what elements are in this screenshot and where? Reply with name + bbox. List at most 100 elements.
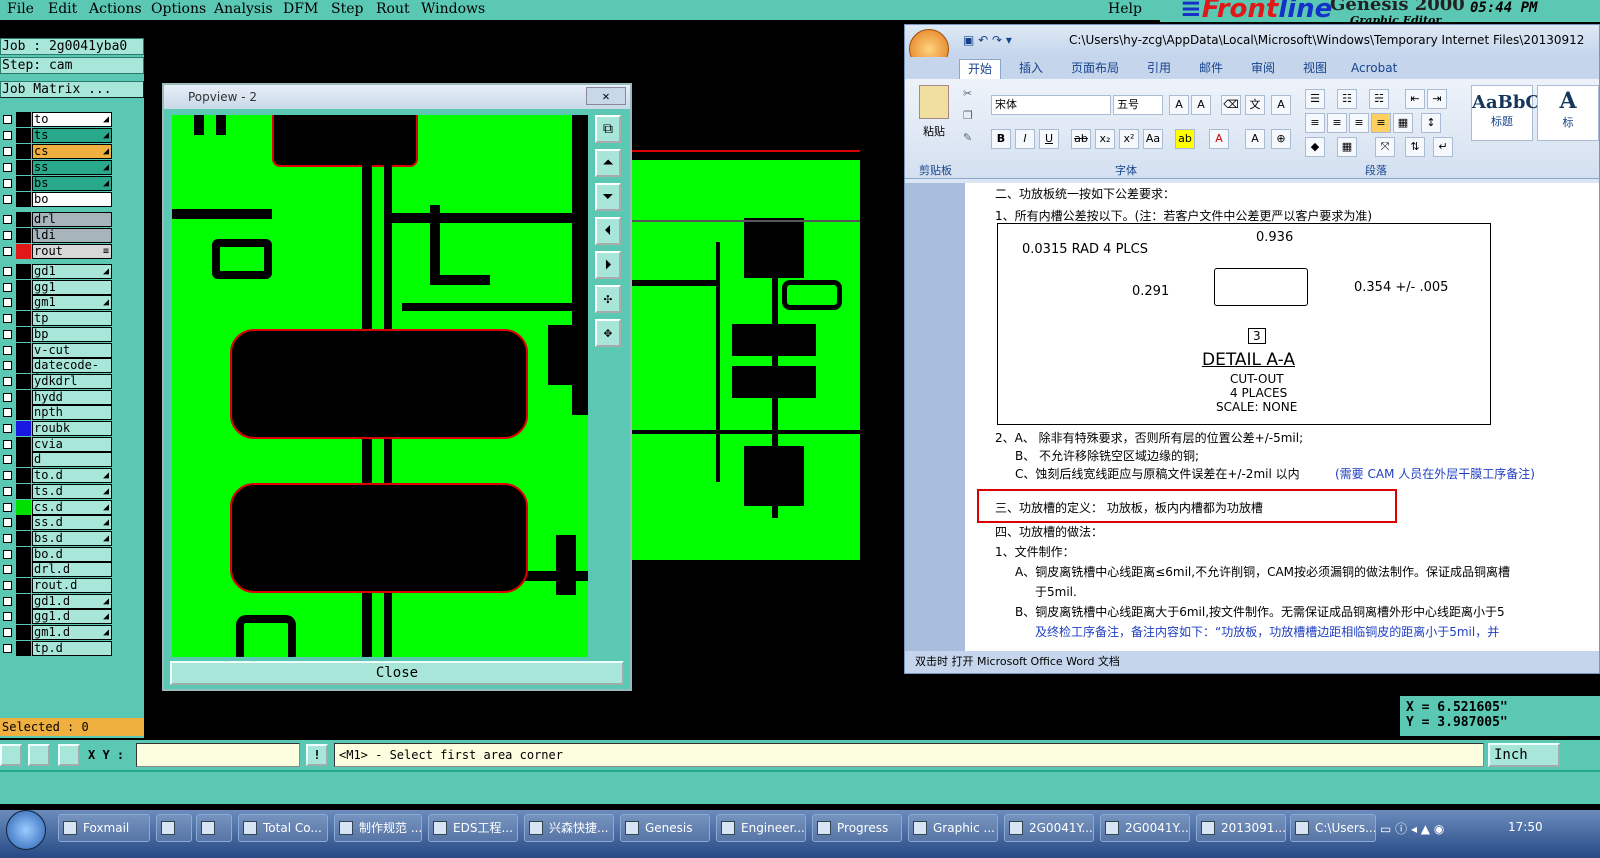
layer-checkbox[interactable] — [3, 518, 12, 528]
layer-row[interactable]: roubk — [0, 421, 116, 436]
layer-name[interactable]: gd1 ◢ — [32, 264, 112, 279]
layer-checkbox[interactable] — [3, 643, 12, 653]
layer-checkbox[interactable] — [3, 424, 12, 433]
layer-name[interactable]: bo.d — [32, 546, 112, 562]
layer-checkbox[interactable] — [3, 345, 12, 355]
font-color-icon[interactable]: A — [1209, 129, 1229, 149]
layer-name[interactable]: datecode-to — [32, 358, 112, 385]
underline-icon[interactable]: U — [1039, 129, 1059, 149]
enclose-char-icon[interactable]: ⊕ — [1271, 129, 1291, 149]
layer-row[interactable]: to.d ◢ — [0, 468, 116, 484]
layer-checkbox[interactable] — [3, 612, 12, 622]
taskbar-button[interactable]: 2G0041Y... — [1100, 814, 1190, 842]
layer-row[interactable]: ss ◢ — [0, 160, 116, 175]
layer-row[interactable]: d — [0, 452, 116, 468]
taskbar-button[interactable]: Total Co... — [238, 814, 328, 842]
bullets-icon[interactable]: ☰ — [1305, 89, 1325, 109]
taskbar-button[interactable]: Graphic ... — [908, 814, 998, 842]
layer-name[interactable]: gg1.d ◢ — [32, 609, 112, 625]
layer-checkbox[interactable] — [3, 628, 12, 638]
layer-name[interactable]: bs ◢ — [32, 176, 112, 191]
layer-row[interactable]: bs ◢ — [0, 176, 116, 191]
layer-name[interactable]: gd1.d ◢ — [32, 593, 112, 609]
pan-down-icon[interactable]: ⏷ — [595, 183, 621, 211]
style-heading[interactable]: AaBbC 标题 — [1471, 85, 1540, 141]
layer-row[interactable]: cs.d ◢ — [0, 499, 116, 515]
layer-name[interactable]: bo — [32, 192, 112, 207]
layer-checkbox[interactable] — [3, 596, 12, 606]
layer-name[interactable]: cvia — [32, 436, 112, 452]
layer-row[interactable]: gm1 ◢ — [0, 295, 116, 311]
layer-checkbox[interactable] — [3, 455, 12, 465]
tab-insert[interactable]: 插入 — [1011, 59, 1051, 79]
layer-row[interactable]: bo — [0, 192, 116, 207]
taskbar-button[interactable]: 制作规范 ... — [334, 814, 422, 842]
layer-name[interactable]: ss.d ◢ — [32, 515, 112, 531]
layer-checkbox[interactable] — [3, 329, 12, 339]
layer-checkbox[interactable] — [3, 471, 12, 481]
layer-name[interactable]: npth — [32, 405, 112, 421]
layer-row[interactable]: ts ◢ — [0, 128, 116, 143]
layer-row[interactable]: bp — [0, 326, 116, 342]
layer-checkbox[interactable] — [3, 408, 12, 418]
pan-right-icon[interactable]: ⏵ — [595, 251, 621, 279]
layer-row[interactable]: bo.d — [0, 546, 116, 562]
highlight-icon[interactable]: ab — [1175, 129, 1195, 149]
bold-icon[interactable]: B — [991, 129, 1011, 149]
layer-checkbox[interactable] — [3, 282, 12, 292]
layer-row[interactable]: gd1.d ◢ — [0, 593, 116, 609]
menu-file[interactable]: File — [7, 0, 34, 18]
numbering-icon[interactable]: ☷ — [1337, 89, 1357, 109]
layer-checkbox[interactable] — [3, 439, 12, 449]
layer-row[interactable]: gd1 ◢ — [0, 264, 116, 279]
layer-name[interactable]: tp — [32, 311, 112, 327]
layer-checkbox[interactable] — [3, 163, 12, 172]
menu-actions[interactable]: Actions — [89, 0, 142, 18]
menu-edit[interactable]: Edit — [48, 0, 77, 18]
taskbar-button[interactable]: 兴森快捷... — [524, 814, 614, 842]
layer-row[interactable]: bs.d ◢ — [0, 530, 116, 546]
layer-name[interactable]: ldi — [32, 228, 112, 243]
pan-up-icon[interactable]: ⏶ — [595, 149, 621, 177]
align-left-icon[interactable]: ≡ — [1305, 113, 1325, 133]
paste-icon[interactable] — [919, 85, 949, 119]
tab-view[interactable]: 视图 — [1295, 59, 1335, 79]
layer-name[interactable]: roubk — [32, 421, 112, 436]
tab-references[interactable]: 引用 — [1139, 59, 1179, 79]
layer-name[interactable]: gg1 — [32, 279, 112, 295]
tab-layout[interactable]: 页面布局 — [1063, 59, 1127, 79]
layer-checkbox[interactable] — [3, 247, 12, 256]
menu-analysis[interactable]: Analysis — [214, 0, 273, 18]
layer-checkbox[interactable] — [3, 581, 12, 590]
distribute-icon[interactable]: ▦ — [1393, 113, 1413, 133]
layer-name[interactable]: ydkdrl — [32, 373, 112, 389]
format-painter-icon[interactable]: ✎ — [963, 131, 972, 144]
layer-name[interactable]: gm1.d ◢ — [32, 625, 112, 641]
justify-icon[interactable]: ≡ — [1371, 113, 1391, 133]
layer-row[interactable]: ts.d ◢ — [0, 483, 116, 499]
alert-icon[interactable]: ! — [306, 744, 328, 766]
layer-row[interactable]: gg1 — [0, 279, 116, 295]
layer-name[interactable]: d — [32, 452, 112, 468]
layer-name[interactable]: to.d ◢ — [32, 468, 112, 484]
char-border-icon[interactable]: A — [1271, 95, 1291, 115]
layer-name[interactable]: ts ◢ — [32, 128, 112, 143]
layer-checkbox[interactable] — [3, 147, 12, 156]
taskbar-button[interactable]: EDS工程... — [428, 814, 518, 842]
cut-icon[interactable]: ✂ — [963, 87, 972, 100]
quick-access-icons[interactable]: ▣ ↶ ↷ ▾ — [963, 33, 1012, 47]
grid-icon[interactable] — [58, 744, 80, 766]
layer-checkbox[interactable] — [3, 298, 12, 308]
layer-row[interactable]: cs ◢ — [0, 144, 116, 159]
strikethrough-icon[interactable]: ab — [1071, 129, 1091, 149]
tab-review[interactable]: 审阅 — [1243, 59, 1283, 79]
document-page[interactable]: 二、功放板统一按如下公差要求： 1、所有内槽公差按以下。(注：若客户文件中公差更… — [965, 183, 1599, 653]
layer-checkbox[interactable] — [3, 376, 12, 386]
menu-step[interactable]: Step — [331, 0, 363, 18]
layer-name[interactable]: v-cut — [32, 342, 112, 358]
popview-close-button[interactable]: Close — [170, 661, 624, 685]
layer-checkbox[interactable] — [3, 565, 12, 575]
layer-row[interactable]: ydkdrl — [0, 373, 116, 389]
layer-checkbox[interactable] — [3, 115, 12, 124]
increase-indent-icon[interactable]: ⇥ — [1427, 89, 1447, 109]
